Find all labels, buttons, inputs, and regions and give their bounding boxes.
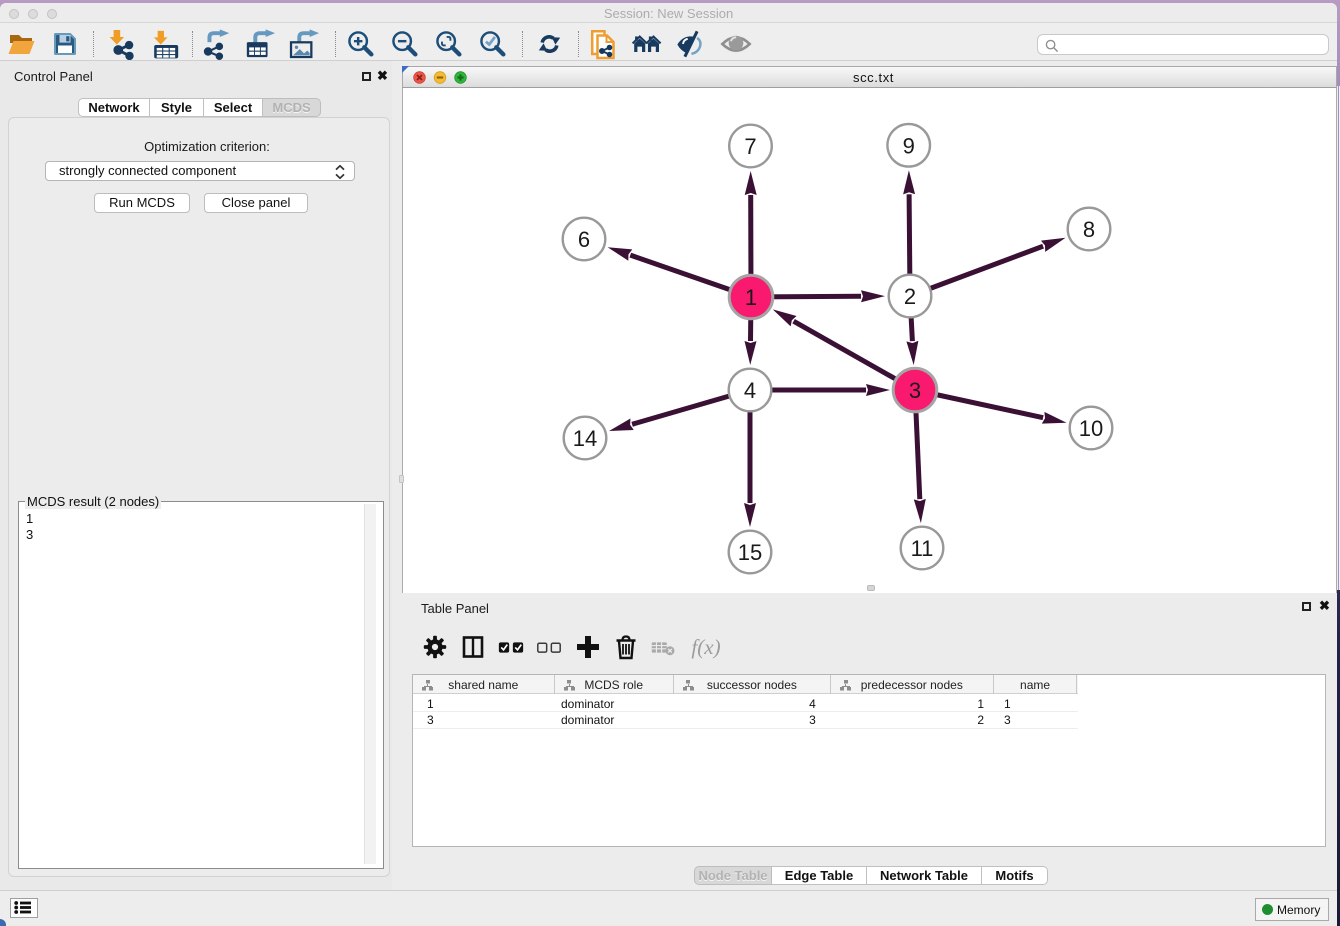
- svg-text:14: 14: [573, 426, 597, 451]
- svg-text:11: 11: [911, 536, 934, 561]
- svg-text:8: 8: [1083, 217, 1095, 242]
- svg-text:7: 7: [744, 134, 756, 159]
- svg-text:3: 3: [909, 378, 921, 403]
- svg-text:1: 1: [745, 285, 757, 310]
- svg-text:6: 6: [578, 227, 590, 252]
- svg-text:10: 10: [1079, 416, 1103, 441]
- svg-text:2: 2: [904, 284, 916, 309]
- svg-text:9: 9: [903, 133, 915, 158]
- svg-text:15: 15: [738, 540, 762, 565]
- svg-text:4: 4: [744, 378, 756, 403]
